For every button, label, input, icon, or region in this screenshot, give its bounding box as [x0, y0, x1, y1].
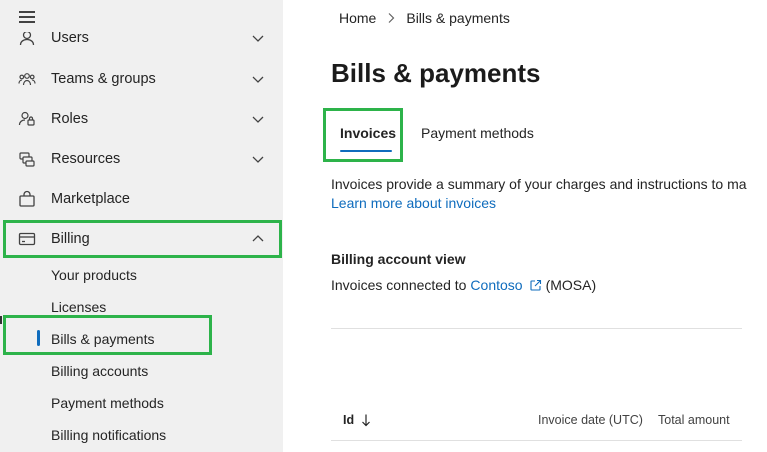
nav-item-label: Users: [51, 30, 89, 46]
nav-item-label: Teams & groups: [51, 71, 156, 87]
sub-item-label: Payment methods: [51, 395, 164, 411]
sidebar-item-your-products[interactable]: Your products: [0, 259, 283, 291]
nav-item-roles[interactable]: Roles: [0, 99, 283, 139]
column-header-label: Id: [343, 413, 355, 427]
column-header-invoice-date[interactable]: Invoice date (UTC): [538, 413, 643, 427]
nav-item-marketplace[interactable]: Marketplace: [0, 179, 283, 219]
sub-item-label: Bills & payments: [51, 331, 155, 347]
chevron-down-icon[interactable]: [251, 152, 265, 166]
nav-item-billing[interactable]: Billing: [0, 219, 283, 259]
sidebar-item-licenses[interactable]: Licenses: [0, 291, 283, 323]
billing-account-view-heading: Billing account view: [331, 251, 466, 267]
nav-item-teams-groups[interactable]: Teams & groups: [0, 59, 283, 99]
people-team-icon: [18, 73, 36, 86]
breadcrumb: Home Bills & payments: [339, 10, 510, 26]
section-divider: [331, 328, 742, 329]
sidebar-item-billing-accounts[interactable]: Billing accounts: [0, 355, 283, 387]
nav-item-label: Roles: [51, 111, 89, 127]
person-icon: [19, 32, 35, 46]
shopping-bag-icon: [19, 190, 35, 207]
chevron-up-icon[interactable]: [251, 232, 265, 246]
nav-item-label: Marketplace: [51, 191, 130, 207]
chevron-down-icon[interactable]: [251, 112, 265, 126]
credit-card-icon: [18, 232, 36, 246]
chevron-down-icon[interactable]: [251, 31, 265, 45]
learn-more-link[interactable]: Learn more about invoices: [331, 195, 496, 211]
sidebar-item-billing-notifications[interactable]: Billing notifications: [0, 419, 283, 451]
sub-item-label: Billing accounts: [51, 363, 149, 379]
page-title: Bills & payments: [331, 58, 541, 88]
person-key-icon: [18, 111, 35, 126]
invoices-description: Invoices provide a summary of your charg…: [331, 176, 747, 192]
open-external-icon[interactable]: [529, 279, 542, 292]
sidebar-item-bills-payments[interactable]: Bills & payments: [0, 323, 283, 355]
tab-invoices[interactable]: Invoices: [340, 125, 396, 141]
chevron-down-icon[interactable]: [251, 72, 265, 86]
sub-item-label: Billing notifications: [51, 427, 167, 443]
chevron-right-icon: [388, 13, 395, 23]
contoso-link[interactable]: Contoso: [470, 277, 522, 293]
nav-item-label: Billing: [51, 231, 90, 247]
arrow-down-sort-icon: [362, 414, 371, 427]
nav-item-resources[interactable]: Resources: [0, 139, 283, 179]
table-header-divider: [331, 440, 742, 441]
sidebar-item-payment-methods[interactable]: Payment methods: [0, 387, 283, 419]
breadcrumb-current: Bills & payments: [406, 10, 510, 26]
sub-item-label: Your products: [51, 267, 137, 283]
selected-tab-indicator: [340, 150, 392, 152]
resources-icon: [19, 152, 35, 167]
billing-account-connection: Invoices connected to Contoso (MOSA): [331, 277, 596, 293]
breadcrumb-home[interactable]: Home: [339, 10, 376, 26]
connection-suffix: (MOSA): [545, 277, 597, 293]
hamburger-menu-icon[interactable]: [19, 11, 35, 25]
connection-prefix: Invoices connected to: [331, 277, 467, 293]
nav-item-users[interactable]: Users: [0, 30, 283, 56]
column-header-id[interactable]: Id: [343, 413, 372, 427]
sub-item-label: Licenses: [51, 299, 107, 315]
left-navigation: Users Teams & groups Roles Resources Mar…: [0, 0, 283, 452]
edge-marker: [0, 316, 2, 324]
nav-item-label: Resources: [51, 151, 121, 167]
tab-payment-methods[interactable]: Payment methods: [421, 125, 534, 141]
column-header-total-amount[interactable]: Total amount: [658, 413, 730, 427]
